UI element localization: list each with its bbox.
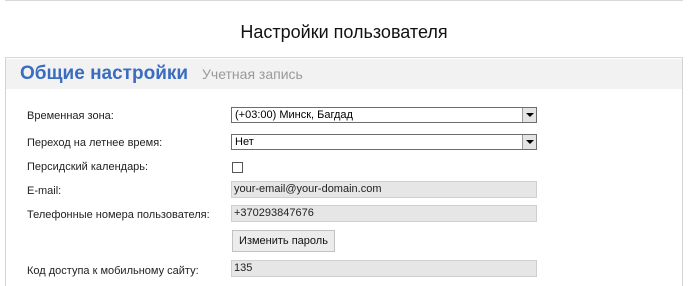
dst-select[interactable]: Нет [231,134,537,150]
mobile-code-label: Код доступа к мобильному сайту: [27,265,199,277]
timezone-value: (+03:00) Минск, Багдад [235,109,353,121]
mobile-code-value: 135 [234,262,253,274]
phones-field[interactable]: +370293847676 [231,205,537,222]
mobile-code-field[interactable]: 135 [231,260,537,277]
phones-label: Телефонные номера пользователя: [27,209,210,221]
email-label: E-mail: [27,185,62,197]
timezone-select[interactable]: (+03:00) Минск, Багдад [231,107,537,123]
tab-account[interactable]: Учетная запись [202,66,303,82]
persian-calendar-checkbox[interactable] [232,162,243,173]
email-value: your-email@your-domain.com [234,183,382,195]
persian-calendar-label: Персидский календарь: [27,161,149,173]
email-field[interactable]: your-email@your-domain.com [231,181,537,198]
title-bar: Настройки пользователя [5,0,683,58]
chevron-down-icon[interactable] [522,108,536,122]
change-password-button[interactable]: Изменить пароль [232,230,335,252]
tabs-bar: Общие настройки Учетная запись [6,59,682,89]
chevron-down-icon[interactable] [522,135,536,149]
page-title: Настройки пользователя [240,22,448,42]
dst-value: Нет [235,136,254,148]
phones-value: +370293847676 [234,207,314,219]
tab-general-settings[interactable]: Общие настройки [20,63,188,85]
timezone-label: Временная зона: [27,110,114,122]
dst-label: Переход на летнее время: [27,137,163,149]
